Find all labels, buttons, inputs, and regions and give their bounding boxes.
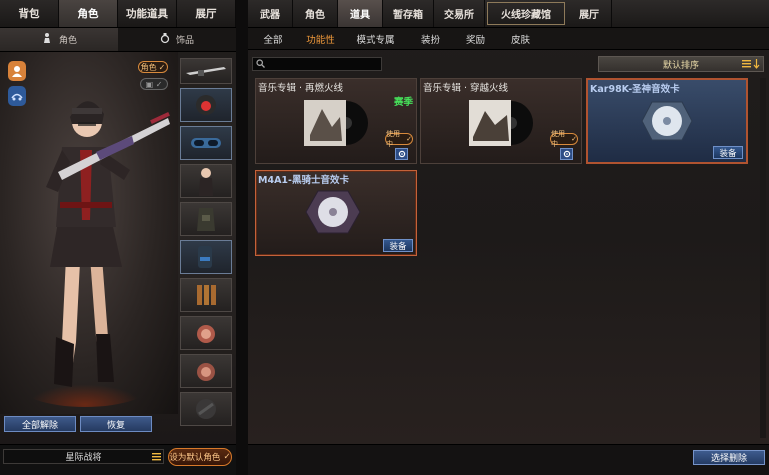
- tab-functional-items[interactable]: 功能道具: [118, 0, 177, 27]
- in-use-label: 使用中: [551, 130, 565, 148]
- gear-icon: [563, 150, 570, 158]
- sort-label: 默认排序: [662, 60, 699, 71]
- vest-icon: [197, 208, 215, 231]
- tab-backpack[interactable]: 背包: [0, 0, 59, 27]
- item-card-album-2[interactable]: 音乐专辑 · 穿越火线 使用中 ✓: [420, 78, 582, 164]
- tab-exchange[interactable]: 交易所: [434, 0, 485, 27]
- filter-skins[interactable]: 皮肤: [498, 28, 543, 49]
- album-art-icon: [469, 100, 533, 146]
- sort-order-icon: [753, 59, 760, 69]
- item-list-scrollbar[interactable]: [760, 78, 766, 438]
- check-icon: ✓: [223, 452, 231, 462]
- equip-button[interactable]: 装备: [383, 239, 413, 252]
- left-tab-bar: 背包 角色 功能道具 展厅: [0, 0, 236, 28]
- tab-showroom[interactable]: 展厅: [177, 0, 236, 27]
- character-thumb-icon: [199, 168, 213, 196]
- menu-icon: [742, 60, 751, 68]
- tab-character[interactable]: 角色: [59, 0, 118, 27]
- menu-icon: [152, 452, 161, 464]
- sound-card-icon: [305, 190, 361, 234]
- subtab-character[interactable]: 角色: [0, 28, 118, 51]
- subtab-accessory[interactable]: 饰品: [118, 28, 236, 51]
- grenade-slot[interactable]: [180, 316, 232, 350]
- face-slot[interactable]: [180, 126, 232, 160]
- character-panel: 背包 角色 功能道具 展厅 角色 饰品 角色 ✓ ▣ ✓ 全部解除 恢复 星际战…: [0, 0, 236, 475]
- search-input[interactable]: [252, 57, 382, 71]
- subtab-character-label: 角色: [58, 36, 77, 46]
- tab-items[interactable]: 道具: [338, 0, 383, 27]
- remove-all-button[interactable]: 全部解除: [4, 416, 76, 432]
- filter-outfit[interactable]: 装扮: [408, 28, 453, 49]
- goggles-icon: [191, 138, 221, 148]
- equipment-slots: [180, 58, 233, 430]
- accessory-icon: [160, 32, 170, 47]
- helmet-icon: [196, 95, 216, 115]
- tab-hall[interactable]: 展厅: [567, 0, 612, 27]
- search-icon: [256, 58, 265, 71]
- right-sub-tabs: 全部 功能性 模式专属 装扮 奖励 皮肤: [248, 28, 769, 50]
- grenade-icon: [197, 363, 215, 381]
- in-use-label: 使用中: [386, 130, 400, 148]
- equip-button[interactable]: 装备: [713, 146, 743, 159]
- restore-button[interactable]: 恢复: [80, 416, 152, 432]
- in-use-tag: 使用中 ✓: [385, 130, 413, 148]
- item-card-m4a1-sound[interactable]: M4A1-黑骑士音效卡 装备: [255, 170, 417, 256]
- filter-all[interactable]: 全部: [248, 28, 298, 49]
- head-slot[interactable]: [180, 88, 232, 122]
- select-delete-button[interactable]: 选择删除: [693, 450, 765, 465]
- item-title: 音乐专辑 · 再燃火线: [258, 83, 344, 94]
- character-preview: 角色 ✓ ▣ ✓: [0, 52, 178, 414]
- ammo-icon: [197, 285, 216, 305]
- tab-storage[interactable]: 暂存箱: [383, 0, 434, 27]
- vest-slot[interactable]: [180, 202, 232, 236]
- tab-collection[interactable]: 火线珍藏馆: [487, 2, 565, 25]
- inventory-panel: 武器 角色 道具 暂存箱 交易所 火线珍藏馆 展厅 全部 功能性 模式专属 装扮…: [248, 0, 769, 475]
- subtab-accessory-label: 饰品: [175, 36, 194, 46]
- tab-roles[interactable]: 角色: [293, 0, 338, 27]
- item-card-kar98k-sound[interactable]: Kar98K-圣神音效卡 装备: [586, 78, 748, 164]
- character-figure-icon: [41, 32, 53, 47]
- sort-dropdown[interactable]: 默认排序: [598, 56, 764, 72]
- character-slot[interactable]: [180, 164, 232, 198]
- set-default-label: 设为默认角色: [169, 453, 221, 463]
- left-action-buttons: 全部解除 恢复: [4, 416, 152, 432]
- in-use-tag: 使用中 ✓: [550, 130, 578, 148]
- gear-icon: [398, 150, 405, 158]
- grenade-icon: [197, 325, 215, 343]
- sound-card-icon: [641, 101, 693, 141]
- filter-mode-exclusive[interactable]: 模式专属: [343, 28, 408, 49]
- season-badge: 赛季: [393, 97, 413, 108]
- item-card-album-1[interactable]: 音乐专辑 · 再燃火线 赛季 使用中 ✓: [255, 78, 417, 164]
- ammo-slot[interactable]: [180, 278, 232, 312]
- item-title: M4A1-黑骑士音效卡: [258, 175, 349, 186]
- filter-rewards[interactable]: 奖励: [453, 28, 498, 49]
- settings-gear-button[interactable]: [560, 148, 573, 160]
- item-title: Kar98K-圣神音效卡: [590, 84, 680, 95]
- right-bottom-bar: 选择删除: [248, 444, 769, 475]
- role-select-value: 星际战将: [65, 453, 102, 463]
- panel-divider: [236, 0, 248, 475]
- rifle-icon: [186, 67, 226, 76]
- gloves-icon: [198, 246, 212, 268]
- empty-slot[interactable]: [180, 392, 232, 426]
- empty-slot-icon: [196, 399, 216, 419]
- filter-functional[interactable]: 功能性: [298, 28, 343, 49]
- tab-weapons[interactable]: 武器: [248, 0, 293, 27]
- settings-gear-button[interactable]: [395, 148, 408, 160]
- grenade-slot-2[interactable]: [180, 354, 232, 388]
- weapon-slot[interactable]: [180, 58, 232, 84]
- sort-icons: [742, 59, 760, 69]
- album-art-icon: [304, 100, 368, 146]
- character-figure: [15, 101, 170, 407]
- item-title: 音乐专辑 · 穿越火线: [423, 83, 509, 94]
- left-sub-tabs: 角色 饰品: [0, 28, 236, 52]
- hands-slot[interactable]: [180, 240, 232, 274]
- right-tab-bar: 武器 角色 道具 暂存箱 交易所 火线珍藏馆 展厅: [248, 0, 769, 28]
- set-default-role-button[interactable]: 设为默认角色 ✓: [168, 448, 232, 466]
- role-select[interactable]: 星际战将: [3, 449, 164, 464]
- left-bottom-bar: 星际战将 设为默认角色 ✓: [0, 444, 236, 475]
